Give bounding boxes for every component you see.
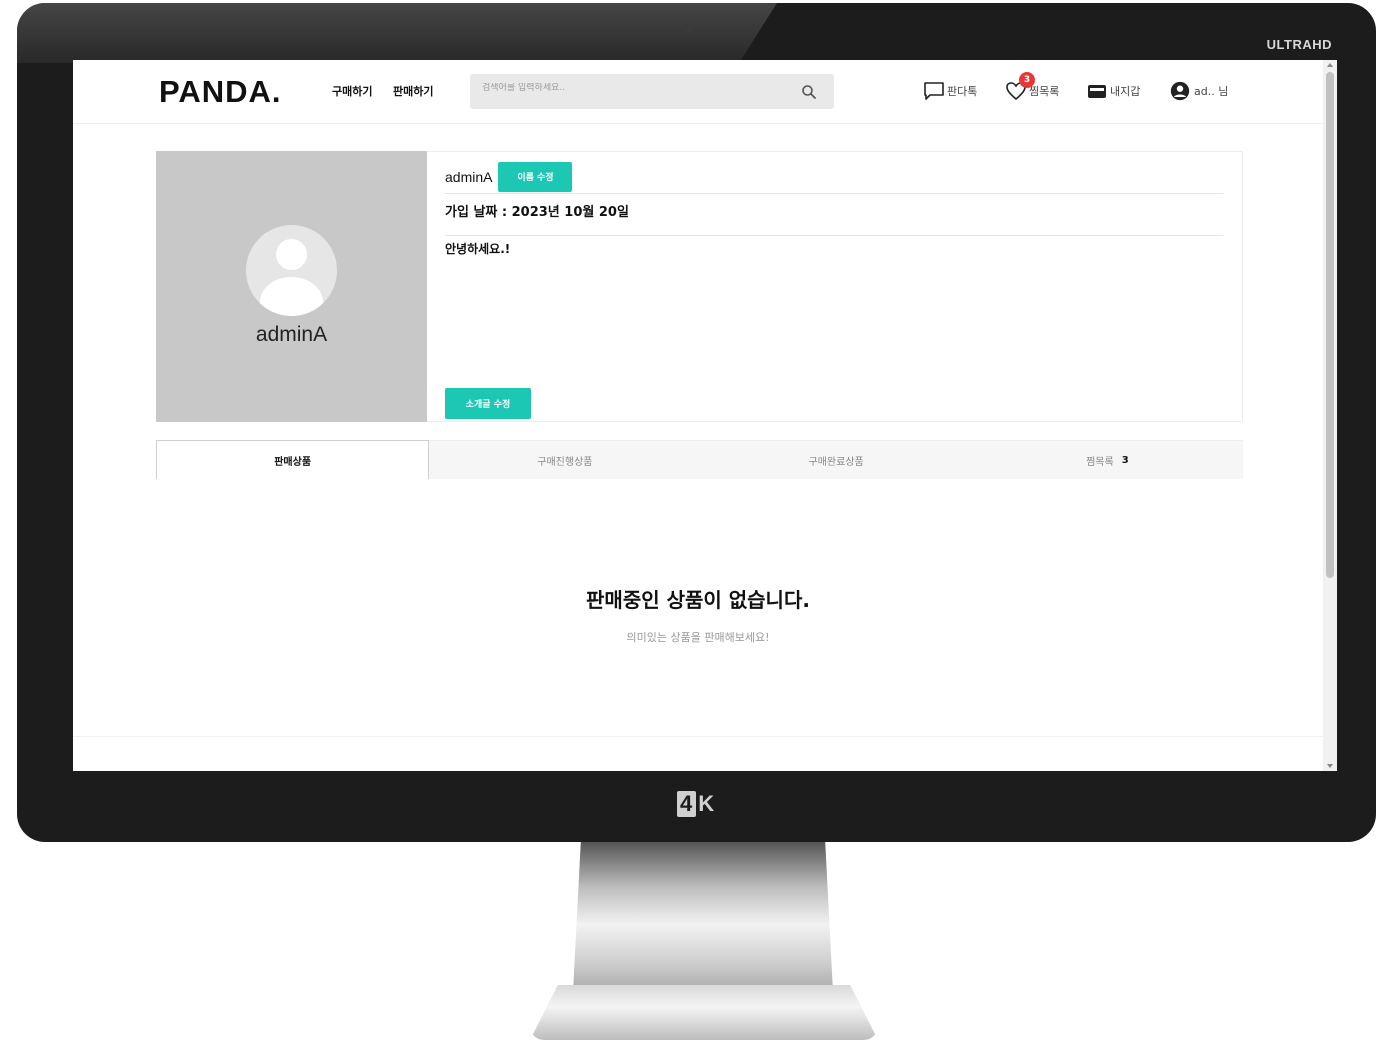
chat-label: 판다톡 [947,85,978,98]
wishlist-label: 찜목록 [1029,85,1060,98]
ultra-hd-logo: ULTRAHD [1266,37,1332,52]
tab-count: 3 [1121,454,1129,466]
info-name: adminA [445,168,493,185]
profile-card: adminA [156,151,427,422]
scroll-thumb[interactable] [1326,72,1334,578]
tab-purchased[interactable]: 구매완료상품 [700,440,972,479]
tab-label: 구매진행상품 [537,456,593,468]
tab-label: 찜목록 [1086,456,1114,468]
site-logo[interactable]: PANDA. [159,74,282,110]
search-icon[interactable] [801,84,817,100]
camera-dot [685,25,693,33]
tab-wishlist[interactable]: 찜목록 3 [971,440,1243,479]
profile-name: adminA [255,323,328,346]
chat-icon [924,82,944,100]
edit-intro-button[interactable]: 소개글 수정 [445,388,531,419]
user-label: ad.. 님 [1194,85,1229,98]
wallet-link[interactable]: 내지갑 [1086,80,1140,102]
monitor-gloss [17,3,777,63]
profile-tabs: 판매상품 구매진행상품 구매완료상품 찜목록 3 [156,440,1243,479]
scroll-down-arrow[interactable] [1327,764,1333,768]
monitor-stand-base [530,985,878,1040]
wallet-label: 내지갑 [1110,85,1141,98]
4k-logo: 4K [677,791,715,817]
site-header: PANDA. 구매하기 판매하기 판다톡 3 찜목록 [73,60,1323,124]
nav-sell-link[interactable]: 판매하기 [393,83,433,99]
intro-text: 안녕하세요.! [445,242,511,256]
search-input[interactable] [482,83,782,93]
wishlist-badge: 3 [1019,72,1035,88]
empty-state-title: 판매중인 상품이 없습니다. [586,588,810,612]
4k-logo-k: K [698,791,716,816]
user-circle-icon [1170,81,1190,101]
info-name-row: adminA 이름 수정 [445,160,1223,194]
tab-selling[interactable]: 판매상품 [156,440,430,479]
edit-name-button[interactable]: 이름 수정 [498,161,573,192]
vertical-scrollbar[interactable] [1323,60,1337,771]
wallet-icon [1088,85,1106,98]
4k-logo-box: 4 [677,791,697,817]
tab-label: 판매상품 [274,456,312,468]
footer-divider [73,736,1323,737]
empty-state-subtitle: 의미있는 상품을 판매해보세요! [626,631,770,644]
nav-buy-link[interactable]: 구매하기 [332,83,372,99]
wishlist-link[interactable]: 3 찜목록 [1005,72,1060,102]
user-avatar-icon [246,225,337,316]
scroll-up-arrow[interactable] [1327,63,1333,67]
profile-info-panel: adminA 이름 수정 가입 날짜 : 2023년 10월 20일 안녕하세요… [427,151,1243,422]
monitor-stand-neck [573,842,833,992]
search-box [470,74,834,109]
screen: PANDA. 구매하기 판매하기 판다톡 3 찜목록 [73,60,1337,771]
tab-purchasing[interactable]: 구매진행상품 [429,440,701,479]
join-date: 가입 날짜 : 2023년 10월 20일 [445,202,1223,236]
tab-label: 구매완료상품 [808,456,864,468]
user-menu[interactable]: ad.. 님 [1168,80,1228,102]
chat-link[interactable]: 판다톡 [923,80,977,102]
